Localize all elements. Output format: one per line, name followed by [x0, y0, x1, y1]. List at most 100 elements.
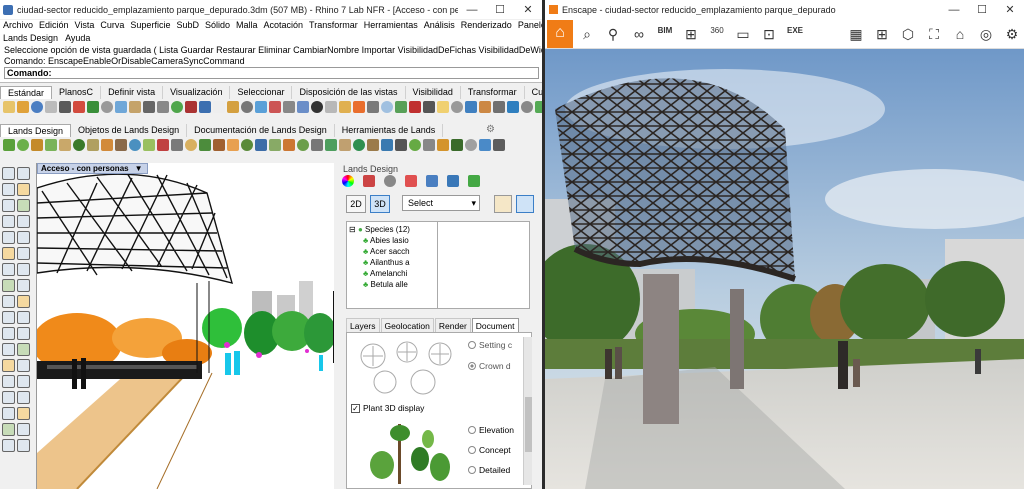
command-input[interactable]: Comando: [4, 67, 539, 79]
lands-tool-icon[interactable] [143, 139, 155, 151]
asset-icon[interactable]: ⌂ [952, 26, 968, 43]
toolbar-tool-icon[interactable] [129, 101, 141, 113]
lands-tool-icon[interactable] [311, 139, 323, 151]
left-tool-icon[interactable] [2, 263, 15, 276]
map-icon[interactable]: ▦ [848, 26, 864, 43]
tree-item[interactable]: ♣ Ailanthus a [349, 257, 437, 268]
toolbar-tool-icon[interactable] [381, 101, 393, 113]
toolbar-tool-icon[interactable] [451, 101, 463, 113]
vr-icon[interactable]: ⛶ [926, 26, 942, 43]
left-tool-icon[interactable] [17, 215, 30, 228]
lands-tool-icon[interactable] [73, 139, 85, 151]
lands-tool-icon[interactable] [101, 139, 113, 151]
toolbar-tool-icon[interactable] [87, 101, 99, 113]
settings-icon[interactable]: ⚙ [1004, 26, 1020, 43]
lands-tool-icon[interactable] [171, 139, 183, 151]
toolbar-tool-icon[interactable] [227, 101, 239, 113]
toolbar-tool-icon[interactable] [73, 101, 85, 113]
left-tool-icon[interactable] [17, 439, 30, 452]
lands-tool-icon[interactable] [115, 139, 127, 151]
toolbar-tool-icon[interactable] [283, 101, 295, 113]
left-tool-icon[interactable] [17, 343, 30, 356]
left-tool-icon[interactable] [17, 423, 30, 436]
lands-tool-icon[interactable] [269, 139, 281, 151]
toolbar-tool-icon[interactable] [241, 101, 253, 113]
tab-lands-design[interactable]: Lands Design [0, 124, 72, 137]
tab-layers[interactable]: Layers [346, 318, 380, 332]
menu-renderizado[interactable]: Renderizado [458, 20, 515, 33]
screenshot-icon[interactable]: ▭ [735, 26, 751, 43]
lands-tool-icon[interactable] [59, 139, 71, 151]
menu-transformar[interactable]: Transformar [306, 20, 361, 33]
lands-tool-icon[interactable] [87, 139, 99, 151]
lands-tool-icon[interactable] [17, 139, 29, 151]
plant-library-button[interactable] [516, 195, 534, 213]
tab-lands-objects[interactable]: Objetos de Lands Design [71, 124, 188, 137]
toolbar-tool-icon[interactable] [185, 101, 197, 113]
left-tool-icon[interactable] [17, 183, 30, 196]
menu-paneles[interactable]: Paneles [515, 20, 542, 33]
left-tool-icon[interactable] [2, 279, 15, 292]
lands-tool-icon[interactable] [339, 139, 351, 151]
tab-geolocation[interactable]: Geolocation [380, 318, 434, 332]
rhino-viewport[interactable]: Acceso - con personas ▼ [36, 163, 334, 489]
lands-tool-icon[interactable] [227, 139, 239, 151]
menu-ayuda[interactable]: Ayuda [65, 33, 90, 43]
tab-planosc[interactable]: PlanosC [52, 86, 102, 99]
lands-tool-icon[interactable] [283, 139, 295, 151]
left-tool-icon[interactable] [2, 311, 15, 324]
left-tool-icon[interactable] [2, 183, 15, 196]
toolbar-tool-icon[interactable] [465, 101, 477, 113]
cube-icon[interactable]: ⬡ [900, 26, 916, 43]
tab-visualizacion[interactable]: Visualización [163, 86, 231, 99]
left-tool-icon[interactable] [2, 247, 15, 260]
toolbar-tool-icon[interactable] [479, 101, 491, 113]
tree-item[interactable]: ♣ Amelanchi [349, 268, 437, 279]
menu-curva[interactable]: Curva [97, 20, 127, 33]
menu-subd[interactable]: SubD [173, 20, 202, 33]
tab-definir-vista[interactable]: Definir vista [101, 86, 164, 99]
plant3d-checkbox[interactable]: ✓ Plant 3D display [351, 403, 424, 413]
exe-export-icon[interactable]: EXE [787, 26, 803, 43]
lands-tool-icon[interactable] [465, 139, 477, 151]
clapper-icon[interactable]: ⊞ [683, 26, 699, 43]
left-tool-icon[interactable] [2, 439, 15, 452]
visibility-icon[interactable]: ◎ [978, 26, 994, 43]
toolbar-tool-icon[interactable] [157, 101, 169, 113]
radio-detailed[interactable]: Detailed [468, 465, 510, 475]
toolbar-tool-icon[interactable] [325, 101, 337, 113]
lands-tool-icon[interactable] [451, 139, 463, 151]
toolbar-tool-icon[interactable] [367, 101, 379, 113]
toolbar-tool-icon[interactable] [535, 101, 542, 113]
left-tool-icon[interactable] [2, 359, 15, 372]
lands-tool-icon[interactable] [493, 139, 505, 151]
radio-elevation[interactable]: Elevation [468, 425, 514, 435]
lands-tool-icon[interactable] [255, 139, 267, 151]
lands-tool-icon[interactable] [129, 139, 141, 151]
lands-tool-icon[interactable] [325, 139, 337, 151]
toolbar-tool-icon[interactable] [409, 101, 421, 113]
rhino-close-button[interactable]: ✕ [514, 0, 542, 19]
lands-tool-icon[interactable] [367, 139, 379, 151]
bim-icon[interactable]: BIM [657, 26, 673, 43]
toolbar-tool-icon[interactable] [437, 101, 449, 113]
toolbar-tool-icon[interactable] [17, 101, 29, 113]
rhino-minimize-button[interactable]: — [458, 0, 486, 19]
left-tool-icon[interactable] [17, 295, 30, 308]
toolbar-tool-icon[interactable] [353, 101, 365, 113]
left-tool-icon[interactable] [2, 295, 15, 308]
tab-estandar[interactable]: Estándar [0, 86, 53, 99]
lands-tool-icon[interactable] [157, 139, 169, 151]
gear-icon[interactable]: ⚙ [486, 124, 495, 135]
toolbar-tool-icon[interactable] [423, 101, 435, 113]
enscape-minimize-button[interactable]: — [940, 0, 968, 19]
toolbar-tool-icon[interactable] [101, 101, 113, 113]
lands-tool-icon[interactable] [297, 139, 309, 151]
toolbar-tool-icon[interactable] [395, 101, 407, 113]
document-scrollbar[interactable] [523, 337, 532, 485]
toolbar-tool-icon[interactable] [339, 101, 351, 113]
binoculars-icon[interactable]: ∞ [631, 26, 647, 43]
plant-tool-button[interactable] [494, 195, 512, 213]
gear-settings-icon[interactable] [384, 175, 396, 187]
toolbar-tool-icon[interactable] [115, 101, 127, 113]
